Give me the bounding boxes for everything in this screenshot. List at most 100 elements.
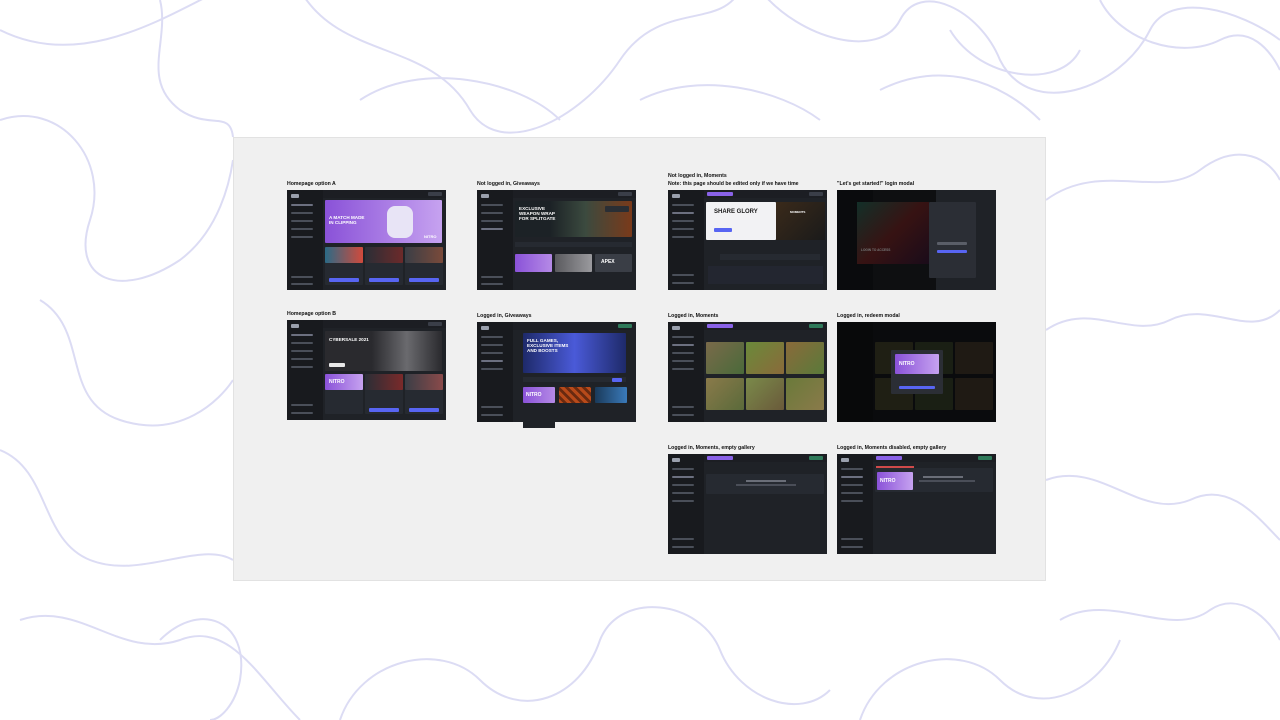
login-field[interactable]	[937, 242, 967, 245]
sidebar-item[interactable]	[672, 236, 694, 238]
sidebar-item[interactable]	[672, 228, 694, 230]
screen-not-logged-moments[interactable]: SHARE GLORY MOMENTS	[668, 190, 827, 290]
sidebar-item-account[interactable]	[481, 414, 503, 416]
sidebar-item[interactable]	[291, 204, 313, 206]
sidebar-item[interactable]	[672, 360, 694, 362]
sidebar-item-account[interactable]	[672, 546, 694, 548]
sidebar-item[interactable]	[672, 204, 694, 206]
moment-thumbnail[interactable]	[746, 378, 784, 410]
sidebar-item[interactable]	[841, 500, 863, 502]
sidebar-item[interactable]	[291, 350, 313, 352]
tab-moments[interactable]	[707, 456, 733, 460]
tab-moments[interactable]	[707, 324, 733, 328]
card-image[interactable]: APEX	[595, 254, 632, 272]
sidebar-item[interactable]	[481, 212, 503, 214]
card-image[interactable]: NITRO	[523, 387, 555, 403]
screen-moments-disabled-empty[interactable]: NITRO	[837, 454, 996, 554]
sidebar-item[interactable]	[291, 334, 313, 336]
top-button[interactable]	[978, 456, 992, 460]
card-button[interactable]	[329, 278, 359, 282]
sidebar-item-settings[interactable]	[672, 406, 694, 408]
screen-login-modal[interactable]: LOGIN TO ACCESS	[837, 190, 996, 290]
card[interactable]	[365, 374, 403, 414]
screen-homepage-a[interactable]: A MATCH MADE IN CLIPPING NITRO	[287, 190, 446, 290]
top-button[interactable]	[809, 192, 823, 196]
tab-moments[interactable]	[707, 192, 733, 196]
sidebar-item[interactable]	[481, 336, 503, 338]
sidebar-item-settings[interactable]	[672, 274, 694, 276]
sidebar-item[interactable]	[672, 336, 694, 338]
sidebar-item-settings[interactable]	[481, 406, 503, 408]
hero-banner[interactable]: CYBERSALE 2021	[325, 331, 442, 371]
sidebar-item[interactable]	[672, 476, 694, 478]
card-button[interactable]	[409, 408, 439, 412]
sidebar-item-settings[interactable]	[841, 538, 863, 540]
nitro-promo[interactable]: NITRO	[877, 472, 913, 490]
screen-moments-empty[interactable]	[668, 454, 827, 554]
sidebar-item[interactable]	[672, 500, 694, 502]
sidebar-item[interactable]	[481, 368, 503, 370]
moment-thumbnail[interactable]	[786, 342, 824, 374]
card-button[interactable]	[369, 408, 399, 412]
tab-moments[interactable]	[876, 456, 902, 460]
card-button[interactable]	[409, 278, 439, 282]
sidebar-item-settings[interactable]	[291, 276, 313, 278]
sidebar-item-account[interactable]	[291, 412, 313, 414]
sidebar-item-account[interactable]	[672, 414, 694, 416]
screen-not-logged-giveaways[interactable]: EXCLUSIVE WEAPON WRAP FOR SPLITGATE APEX	[477, 190, 636, 290]
sidebar-item[interactable]	[841, 492, 863, 494]
card[interactable]	[405, 374, 443, 414]
moment-thumbnail[interactable]	[706, 378, 744, 410]
sidebar-item[interactable]	[291, 212, 313, 214]
hero-button[interactable]	[329, 363, 345, 367]
sidebar-item-account[interactable]	[481, 283, 503, 285]
sidebar-item[interactable]	[291, 220, 313, 222]
sidebar-item[interactable]	[481, 204, 503, 206]
sidebar-item[interactable]	[672, 344, 694, 346]
hero-banner[interactable]: EXCLUSIVE WEAPON WRAP FOR SPLITGATE	[515, 201, 632, 237]
sidebar-item[interactable]	[291, 342, 313, 344]
sidebar-item[interactable]	[841, 468, 863, 470]
sidebar-item[interactable]	[672, 368, 694, 370]
hero-banner[interactable]: FULL GAMES, EXCLUSIVE ITEMS AND BOOSTS	[523, 333, 626, 373]
moment-thumbnail[interactable]	[706, 342, 744, 374]
sidebar-item[interactable]	[481, 220, 503, 222]
sidebar-item[interactable]	[672, 492, 694, 494]
card-image[interactable]	[555, 254, 592, 272]
login-button[interactable]	[937, 250, 967, 253]
sidebar-item[interactable]	[291, 236, 313, 238]
sidebar-item-account[interactable]	[672, 282, 694, 284]
screen-redeem-modal[interactable]: NITRO	[837, 322, 996, 422]
card[interactable]	[405, 247, 443, 285]
sidebar-item[interactable]	[672, 484, 694, 486]
screen-homepage-b[interactable]: CYBERSALE 2021 NITRO	[287, 320, 446, 420]
card[interactable]	[365, 247, 403, 285]
sidebar-item[interactable]	[291, 228, 313, 230]
moment-thumbnail[interactable]	[746, 342, 784, 374]
top-button[interactable]	[618, 192, 632, 196]
sidebar-item[interactable]	[672, 352, 694, 354]
card[interactable]: NITRO	[325, 374, 363, 414]
screen-logged-moments[interactable]	[668, 322, 827, 422]
card[interactable]	[325, 247, 363, 285]
top-button[interactable]	[428, 322, 442, 326]
card-image[interactable]	[595, 387, 627, 403]
sidebar-item-account[interactable]	[841, 546, 863, 548]
sidebar-item[interactable]	[481, 228, 503, 230]
sidebar-item[interactable]	[291, 366, 313, 368]
sidebar-item[interactable]	[481, 360, 503, 362]
hero-banner[interactable]: A MATCH MADE IN CLIPPING NITRO	[325, 200, 442, 243]
sidebar-item[interactable]	[672, 212, 694, 214]
confirm-button[interactable]	[612, 377, 622, 382]
sidebar-item[interactable]	[841, 476, 863, 478]
sidebar-item-settings[interactable]	[672, 538, 694, 540]
card-button[interactable]	[369, 278, 399, 282]
sidebar-item[interactable]	[672, 468, 694, 470]
sidebar-item-settings[interactable]	[481, 276, 503, 278]
screen-logged-giveaways[interactable]: FULL GAMES, EXCLUSIVE ITEMS AND BOOSTS N…	[477, 322, 636, 422]
top-button[interactable]	[618, 324, 632, 328]
top-button[interactable]	[428, 192, 442, 196]
login-modal[interactable]	[929, 202, 976, 278]
redeem-modal[interactable]: NITRO	[891, 350, 943, 394]
sidebar-item[interactable]	[672, 220, 694, 222]
